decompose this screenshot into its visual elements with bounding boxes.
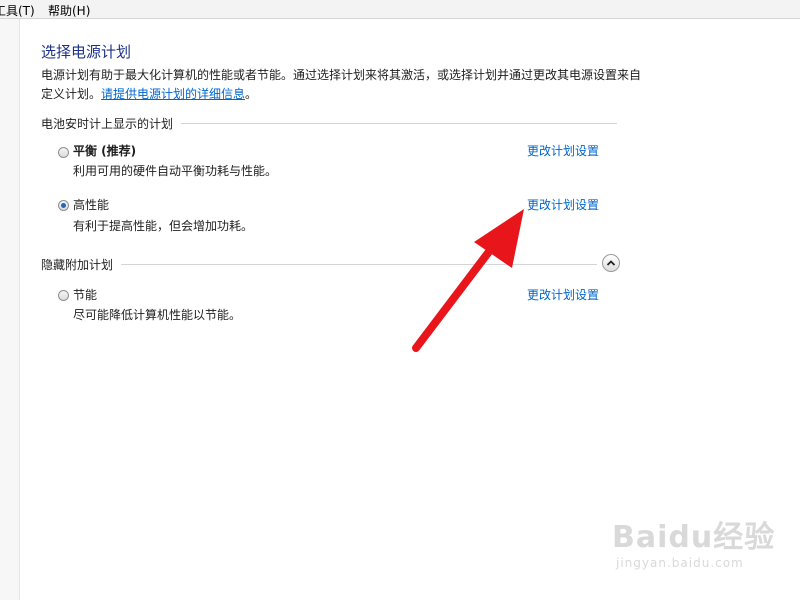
baidu-watermark: Baidu经验 jingyan.baidu.com xyxy=(612,512,775,570)
red-arrow-annotation xyxy=(412,209,524,352)
watermark-url: jingyan.baidu.com xyxy=(616,556,744,570)
watermark-brand: Baidu经验 xyxy=(612,520,776,555)
